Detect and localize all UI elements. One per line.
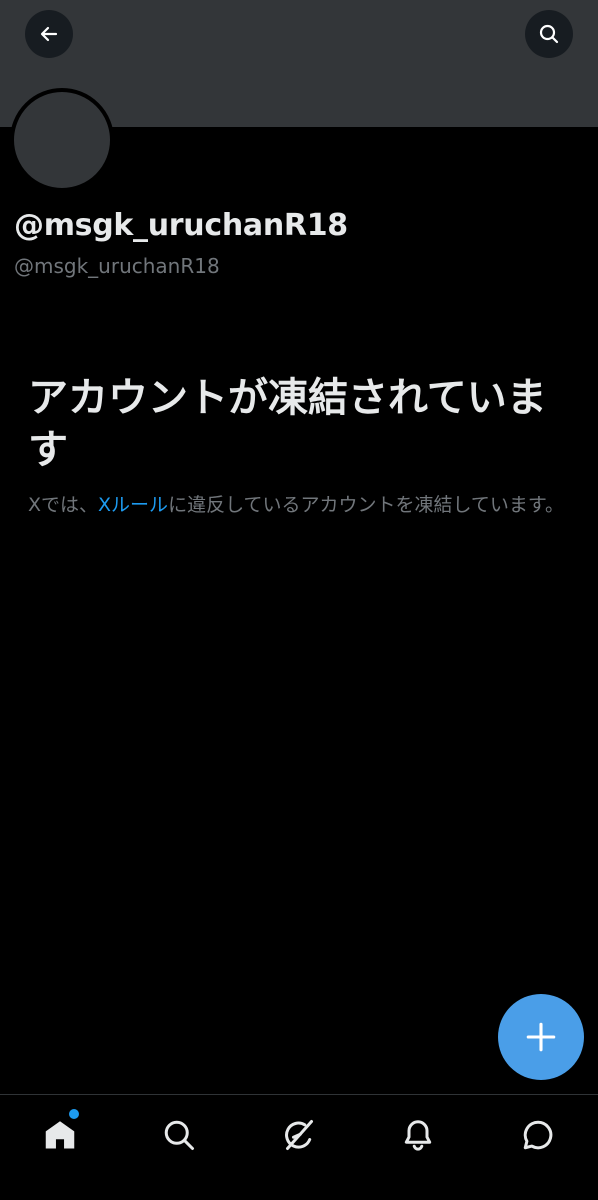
suspension-description: Xでは、Xルールに違反しているアカウントを凍結しています。 — [28, 492, 573, 519]
bell-icon — [404, 1120, 432, 1151]
plus-icon — [526, 1022, 556, 1052]
avatar[interactable] — [10, 88, 114, 192]
nav-notifications[interactable] — [396, 1113, 440, 1157]
desc-prefix: Xでは、 — [28, 494, 99, 516]
arrow-left-icon — [40, 26, 58, 42]
suspension-title: アカウントが凍結されています — [28, 375, 547, 473]
bottom-navigation — [0, 1094, 598, 1200]
search-button[interactable] — [525, 10, 573, 58]
home-icon — [45, 1121, 75, 1149]
messages-icon — [523, 1120, 553, 1150]
grok-icon — [285, 1120, 313, 1150]
display-name: @msgk_uruchanR18 — [14, 208, 348, 243]
nav-grok[interactable] — [276, 1113, 320, 1157]
nav-messages[interactable] — [516, 1113, 560, 1157]
user-handle: @msgk_uruchanR18 — [14, 254, 220, 278]
search-icon — [539, 24, 559, 44]
compose-post-button[interactable] — [498, 994, 584, 1080]
desc-suffix: に違反しているアカウントを凍結しています。 — [168, 494, 565, 516]
search-icon — [164, 1120, 194, 1150]
back-button[interactable] — [25, 10, 73, 58]
x-rules-link[interactable]: Xルール — [98, 494, 168, 516]
nav-explore[interactable] — [157, 1113, 201, 1157]
notification-dot — [67, 1107, 81, 1121]
